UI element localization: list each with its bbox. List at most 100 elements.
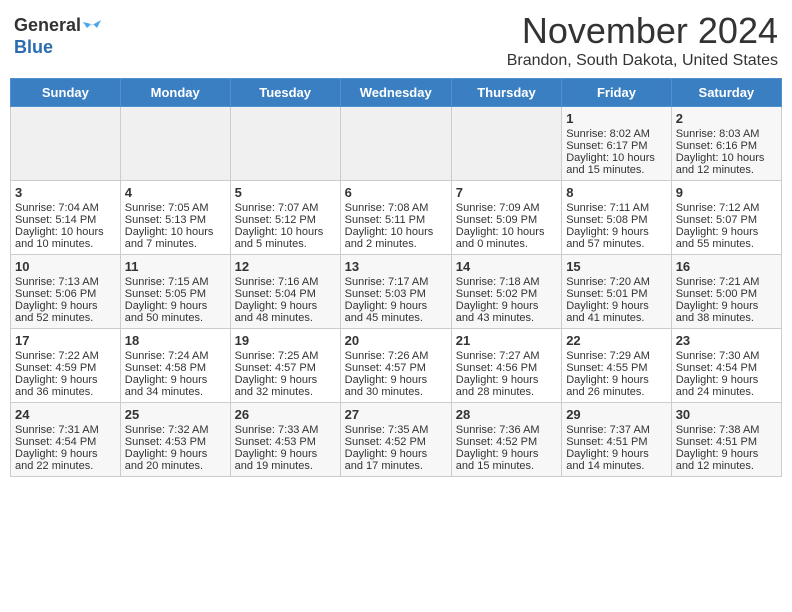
day-info: Daylight: 9 hours and 17 minutes. bbox=[345, 448, 447, 472]
calendar-cell: 28Sunrise: 7:36 AMSunset: 4:52 PMDayligh… bbox=[451, 403, 561, 477]
day-info: Sunset: 5:11 PM bbox=[345, 214, 447, 226]
day-info: Sunset: 5:13 PM bbox=[125, 214, 226, 226]
day-number: 5 bbox=[235, 185, 336, 200]
calendar-cell: 6Sunrise: 7:08 AMSunset: 5:11 PMDaylight… bbox=[340, 181, 451, 255]
logo: General Blue bbox=[14, 10, 101, 58]
day-info: Sunrise: 7:13 AM bbox=[15, 276, 116, 288]
day-info: Sunset: 5:03 PM bbox=[345, 288, 447, 300]
calendar-cell: 25Sunrise: 7:32 AMSunset: 4:53 PMDayligh… bbox=[120, 403, 230, 477]
day-info: Sunrise: 7:30 AM bbox=[676, 350, 777, 362]
day-info: Sunrise: 7:09 AM bbox=[456, 202, 557, 214]
day-info: Sunset: 4:57 PM bbox=[235, 362, 336, 374]
day-header-tuesday: Tuesday bbox=[230, 79, 340, 107]
day-info: Daylight: 10 hours and 7 minutes. bbox=[125, 226, 226, 250]
day-info: Sunrise: 8:03 AM bbox=[676, 128, 777, 140]
calendar-cell: 1Sunrise: 8:02 AMSunset: 6:17 PMDaylight… bbox=[562, 107, 672, 181]
day-info: Sunrise: 7:07 AM bbox=[235, 202, 336, 214]
day-info: Sunset: 5:02 PM bbox=[456, 288, 557, 300]
calendar-cell: 12Sunrise: 7:16 AMSunset: 5:04 PMDayligh… bbox=[230, 255, 340, 329]
day-info: Daylight: 9 hours and 28 minutes. bbox=[456, 374, 557, 398]
day-number: 29 bbox=[566, 407, 667, 422]
day-header-friday: Friday bbox=[562, 79, 672, 107]
day-info: Sunrise: 7:20 AM bbox=[566, 276, 667, 288]
calendar-cell: 9Sunrise: 7:12 AMSunset: 5:07 PMDaylight… bbox=[671, 181, 781, 255]
day-number: 15 bbox=[566, 259, 667, 274]
calendar-cell: 13Sunrise: 7:17 AMSunset: 5:03 PMDayligh… bbox=[340, 255, 451, 329]
calendar-cell: 16Sunrise: 7:21 AMSunset: 5:00 PMDayligh… bbox=[671, 255, 781, 329]
calendar-cell: 21Sunrise: 7:27 AMSunset: 4:56 PMDayligh… bbox=[451, 329, 561, 403]
day-info: Sunrise: 7:16 AM bbox=[235, 276, 336, 288]
day-info: Daylight: 10 hours and 5 minutes. bbox=[235, 226, 336, 250]
calendar-cell: 11Sunrise: 7:15 AMSunset: 5:05 PMDayligh… bbox=[120, 255, 230, 329]
day-info: Daylight: 9 hours and 55 minutes. bbox=[676, 226, 777, 250]
day-info: Sunrise: 7:29 AM bbox=[566, 350, 667, 362]
calendar-body: 1Sunrise: 8:02 AMSunset: 6:17 PMDaylight… bbox=[11, 107, 782, 477]
day-number: 19 bbox=[235, 333, 336, 348]
day-info: Daylight: 9 hours and 43 minutes. bbox=[456, 300, 557, 324]
day-info: Sunrise: 7:15 AM bbox=[125, 276, 226, 288]
day-info: Sunrise: 7:25 AM bbox=[235, 350, 336, 362]
page-header: General Blue November 2024 Brandon, Sout… bbox=[10, 10, 782, 70]
day-info: Daylight: 9 hours and 30 minutes. bbox=[345, 374, 447, 398]
day-number: 11 bbox=[125, 259, 226, 274]
calendar-cell: 8Sunrise: 7:11 AMSunset: 5:08 PMDaylight… bbox=[562, 181, 672, 255]
day-info: Sunset: 6:16 PM bbox=[676, 140, 777, 152]
day-info: Sunset: 4:58 PM bbox=[125, 362, 226, 374]
day-info: Sunrise: 7:38 AM bbox=[676, 424, 777, 436]
day-info: Sunrise: 7:31 AM bbox=[15, 424, 116, 436]
day-info: Daylight: 9 hours and 26 minutes. bbox=[566, 374, 667, 398]
day-info: Sunset: 4:57 PM bbox=[345, 362, 447, 374]
day-info: Sunrise: 7:26 AM bbox=[345, 350, 447, 362]
calendar-cell bbox=[120, 107, 230, 181]
day-info: Sunset: 4:52 PM bbox=[345, 436, 447, 448]
day-info: Daylight: 9 hours and 48 minutes. bbox=[235, 300, 336, 324]
day-info: Daylight: 9 hours and 34 minutes. bbox=[125, 374, 226, 398]
day-info: Sunrise: 8:02 AM bbox=[566, 128, 667, 140]
calendar-cell: 4Sunrise: 7:05 AMSunset: 5:13 PMDaylight… bbox=[120, 181, 230, 255]
day-info: Daylight: 9 hours and 12 minutes. bbox=[676, 448, 777, 472]
week-row-1: 1Sunrise: 8:02 AMSunset: 6:17 PMDaylight… bbox=[11, 107, 782, 181]
week-row-4: 17Sunrise: 7:22 AMSunset: 4:59 PMDayligh… bbox=[11, 329, 782, 403]
calendar-cell: 5 Sunrise: 7:07 AMSunset: 5:12 PMDaylight… bbox=[230, 181, 340, 255]
day-info: Sunset: 5:14 PM bbox=[15, 214, 116, 226]
calendar-cell bbox=[340, 107, 451, 181]
day-info: Sunset: 5:06 PM bbox=[15, 288, 116, 300]
day-number: 26 bbox=[235, 407, 336, 422]
day-number: 20 bbox=[345, 333, 447, 348]
calendar-cell: 7Sunrise: 7:09 AMSunset: 5:09 PMDaylight… bbox=[451, 181, 561, 255]
day-info: Daylight: 10 hours and 10 minutes. bbox=[15, 226, 116, 250]
day-info: Sunrise: 7:11 AM bbox=[566, 202, 667, 214]
day-number: 1 bbox=[566, 111, 667, 126]
title-area: November 2024 Brandon, South Dakota, Uni… bbox=[507, 10, 778, 70]
day-info: Sunset: 5:05 PM bbox=[125, 288, 226, 300]
day-header-wednesday: Wednesday bbox=[340, 79, 451, 107]
calendar-cell: 3Sunrise: 7:04 AMSunset: 5:14 PMDaylight… bbox=[11, 181, 121, 255]
day-info: Daylight: 9 hours and 45 minutes. bbox=[345, 300, 447, 324]
day-header-monday: Monday bbox=[120, 79, 230, 107]
day-number: 28 bbox=[456, 407, 557, 422]
day-info: Sunrise: 7:37 AM bbox=[566, 424, 667, 436]
day-info: Sunrise: 7:18 AM bbox=[456, 276, 557, 288]
day-info: Daylight: 10 hours and 2 minutes. bbox=[345, 226, 447, 250]
calendar-cell: 29Sunrise: 7:37 AMSunset: 4:51 PMDayligh… bbox=[562, 403, 672, 477]
day-info: Sunset: 4:54 PM bbox=[676, 362, 777, 374]
day-info: Daylight: 10 hours and 0 minutes. bbox=[456, 226, 557, 250]
day-info: Sunset: 5:08 PM bbox=[566, 214, 667, 226]
day-info: Daylight: 9 hours and 32 minutes. bbox=[235, 374, 336, 398]
day-info: Daylight: 9 hours and 41 minutes. bbox=[566, 300, 667, 324]
day-info: Sunrise: 7:12 AM bbox=[676, 202, 777, 214]
day-info: Sunset: 5:12 PM bbox=[235, 214, 336, 226]
calendar-cell: 20 Sunrise: 7:26 AMSunset: 4:57 PMDayligh… bbox=[340, 329, 451, 403]
week-row-3: 10Sunrise: 7:13 AMSunset: 5:06 PMDayligh… bbox=[11, 255, 782, 329]
day-number: 2 bbox=[676, 111, 777, 126]
day-info: Daylight: 9 hours and 15 minutes. bbox=[456, 448, 557, 472]
calendar-cell: 22Sunrise: 7:29 AMSunset: 4:55 PMDayligh… bbox=[562, 329, 672, 403]
day-info: Daylight: 10 hours and 15 minutes. bbox=[566, 152, 667, 176]
calendar-cell: 14Sunrise: 7:18 AMSunset: 5:02 PMDayligh… bbox=[451, 255, 561, 329]
day-info: Daylight: 9 hours and 22 minutes. bbox=[15, 448, 116, 472]
day-info: Sunset: 5:00 PM bbox=[676, 288, 777, 300]
day-info: Daylight: 9 hours and 38 minutes. bbox=[676, 300, 777, 324]
calendar-cell: 2Sunrise: 8:03 AMSunset: 6:16 PMDaylight… bbox=[671, 107, 781, 181]
calendar-cell: 19 Sunrise: 7:25 AMSunset: 4:57 PMDayligh… bbox=[230, 329, 340, 403]
day-info: Sunrise: 7:04 AM bbox=[15, 202, 116, 214]
